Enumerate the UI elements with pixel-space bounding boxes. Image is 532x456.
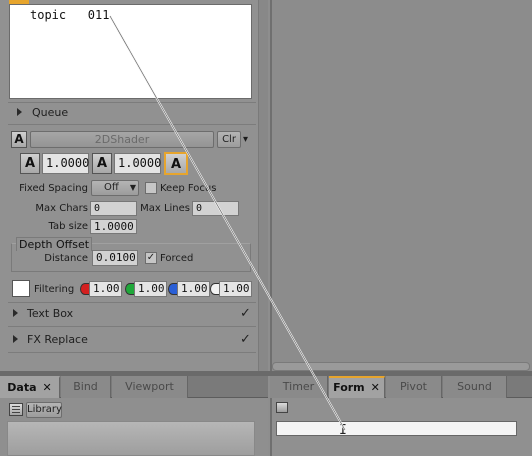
filtering-color-swatch[interactable]: [12, 280, 30, 297]
tab-form[interactable]: Form ✕: [329, 376, 385, 398]
viewport-panel: [270, 0, 532, 372]
divider: [8, 302, 256, 303]
library-icon[interactable]: [9, 403, 23, 416]
green-channel-field[interactable]: 1.00: [134, 281, 167, 297]
tab-timer[interactable]: Timer: [270, 376, 328, 398]
tab-size-field[interactable]: 1.0000: [90, 219, 137, 234]
fixed-spacing-label: Fixed Spacing: [19, 183, 88, 194]
form-icon[interactable]: [276, 402, 288, 413]
library-button[interactable]: Library: [26, 402, 62, 418]
text-style-icon[interactable]: A: [11, 131, 27, 148]
divider: [8, 102, 256, 103]
tab-data[interactable]: Data ✕: [0, 376, 60, 398]
distance-field[interactable]: 0.0100: [92, 250, 138, 266]
scale-y-field[interactable]: 1.0000: [114, 153, 161, 174]
scale-x-field[interactable]: 1.0000: [42, 153, 89, 174]
tab-sound[interactable]: Sound: [443, 376, 507, 398]
scale-x-icon: A: [20, 153, 40, 174]
keep-focus-label: Keep Focus: [160, 183, 217, 194]
chevron-down-icon: ▼: [129, 183, 136, 192]
max-chars-field[interactable]: 0: [90, 201, 137, 216]
check-icon: ✓: [146, 252, 156, 263]
properties-scrollbar[interactable]: [258, 0, 268, 372]
text-box-expand-icon[interactable]: [13, 309, 18, 317]
bottom-left-tab-bar: Data ✕ Bind Viewport: [0, 376, 268, 398]
viewport-horizontal-scrollbar[interactable]: [272, 362, 530, 371]
forced-checkbox[interactable]: ✓: [145, 252, 157, 264]
divider: [8, 326, 256, 327]
proportional-scale-icon[interactable]: A: [164, 152, 188, 175]
alpha-channel-field[interactable]: 1.00: [219, 281, 252, 297]
queue-expand-icon[interactable]: [17, 108, 22, 116]
tab-label: Form: [333, 381, 365, 394]
max-chars-label: Max Chars: [35, 203, 88, 214]
shader-field[interactable]: 2DShader: [30, 131, 214, 148]
fx-replace-expand-icon[interactable]: [13, 335, 18, 343]
fx-replace-label[interactable]: FX Replace: [27, 333, 88, 346]
filtering-label: Filtering: [34, 284, 75, 295]
text-content: topic 011: [30, 8, 110, 22]
fixed-spacing-dropdown[interactable]: Off ▼: [91, 180, 139, 196]
close-icon[interactable]: ✕: [43, 381, 52, 394]
keep-focus-checkbox[interactable]: [145, 182, 157, 194]
red-channel-field[interactable]: 1.00: [89, 281, 122, 297]
form-input[interactable]: [276, 421, 517, 436]
text-cursor-icon: I: [339, 423, 347, 438]
divider: [8, 352, 256, 353]
queue-label[interactable]: Queue: [32, 106, 68, 119]
shader-dropdown-icon[interactable]: ▾: [243, 131, 253, 148]
close-icon[interactable]: ✕: [371, 381, 380, 394]
tab-bind[interactable]: Bind: [61, 376, 111, 398]
clear-button[interactable]: Clr: [217, 131, 241, 148]
tab-viewport[interactable]: Viewport: [112, 376, 188, 398]
max-lines-label: Max Lines: [140, 203, 190, 214]
text-box-label[interactable]: Text Box: [27, 307, 73, 320]
tab-pivot[interactable]: Pivot: [386, 376, 442, 398]
max-lines-field[interactable]: 0: [192, 201, 239, 216]
forced-label: Forced: [160, 253, 194, 264]
bottom-right-tab-bar: Timer Form ✕ Pivot Sound: [270, 376, 532, 398]
text-content-editor[interactable]: topic 011: [9, 4, 252, 99]
divider: [8, 124, 256, 125]
fx-replace-check-icon[interactable]: ✓: [240, 332, 251, 347]
distance-label: Distance: [44, 253, 88, 264]
tab-size-label: Tab size: [48, 221, 89, 232]
fixed-spacing-value: Off: [104, 182, 119, 193]
text-box-check-icon[interactable]: ✓: [240, 306, 251, 321]
scale-y-icon: A: [92, 153, 112, 174]
depth-offset-title: Depth Offset: [16, 237, 93, 251]
blue-channel-field[interactable]: 1.00: [177, 281, 210, 297]
tab-label: Data: [7, 381, 37, 394]
library-list[interactable]: [7, 421, 255, 456]
